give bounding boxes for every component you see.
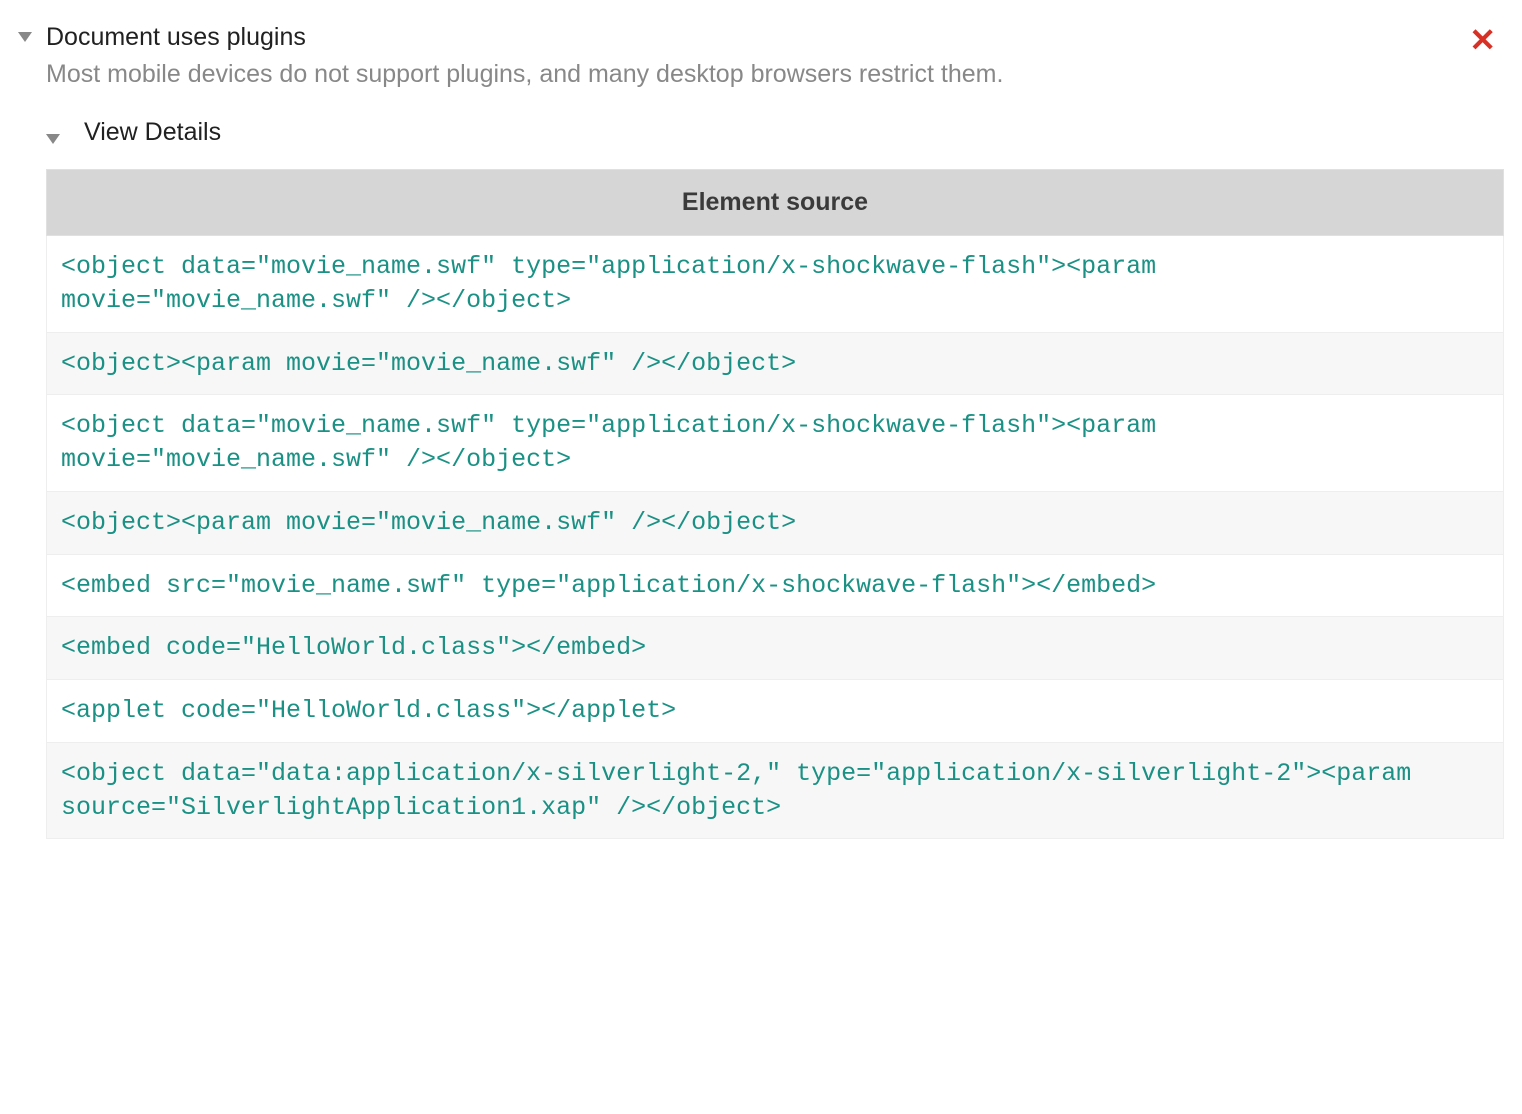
audit-description: Most mobile devices do not support plugi… xyxy=(46,57,1504,92)
table-row: <applet code="HelloWorld.class"></applet… xyxy=(47,680,1504,743)
audit-title: Document uses plugins xyxy=(46,20,1504,55)
element-source: <object data="data:application/x-silverl… xyxy=(61,757,1489,825)
details-toggle[interactable]: View Details xyxy=(46,118,1504,147)
element-source: <object data="movie_name.swf" type="appl… xyxy=(61,250,1489,318)
details-table: Element source <object data="movie_name.… xyxy=(46,169,1504,839)
element-source: <embed src="movie_name.swf" type="applic… xyxy=(61,569,1489,603)
table-row: <embed src="movie_name.swf" type="applic… xyxy=(47,554,1504,617)
audit-item: Document uses plugins Most mobile device… xyxy=(18,20,1504,839)
table-row: <object data="data:application/x-silverl… xyxy=(47,742,1504,839)
details-section: View Details Element source <object data… xyxy=(46,118,1504,839)
details-label: View Details xyxy=(84,118,221,147)
details-table-wrap: Element source <object data="movie_name.… xyxy=(46,169,1504,839)
chevron-down-icon xyxy=(18,32,32,42)
element-source: <embed code="HelloWorld.class"></embed> xyxy=(61,631,1489,665)
audit-title-block: Document uses plugins Most mobile device… xyxy=(46,20,1504,92)
fail-icon[interactable]: ✕ xyxy=(1469,24,1496,56)
element-source: <object><param movie="movie_name.swf" />… xyxy=(61,506,1489,540)
table-row: <object data="movie_name.swf" type="appl… xyxy=(47,236,1504,333)
table-row: <object data="movie_name.swf" type="appl… xyxy=(47,395,1504,492)
element-source: <object data="movie_name.swf" type="appl… xyxy=(61,409,1489,477)
chevron-down-icon xyxy=(46,134,60,144)
table-header: Element source xyxy=(47,170,1504,236)
table-row: <object><param movie="movie_name.swf" />… xyxy=(47,491,1504,554)
element-source: <applet code="HelloWorld.class"></applet… xyxy=(61,694,1489,728)
table-row: <object><param movie="movie_name.swf" />… xyxy=(47,332,1504,395)
audit-toggle[interactable]: Document uses plugins Most mobile device… xyxy=(18,20,1504,92)
table-row: <embed code="HelloWorld.class"></embed> xyxy=(47,617,1504,680)
element-source: <object><param movie="movie_name.swf" />… xyxy=(61,347,1489,381)
